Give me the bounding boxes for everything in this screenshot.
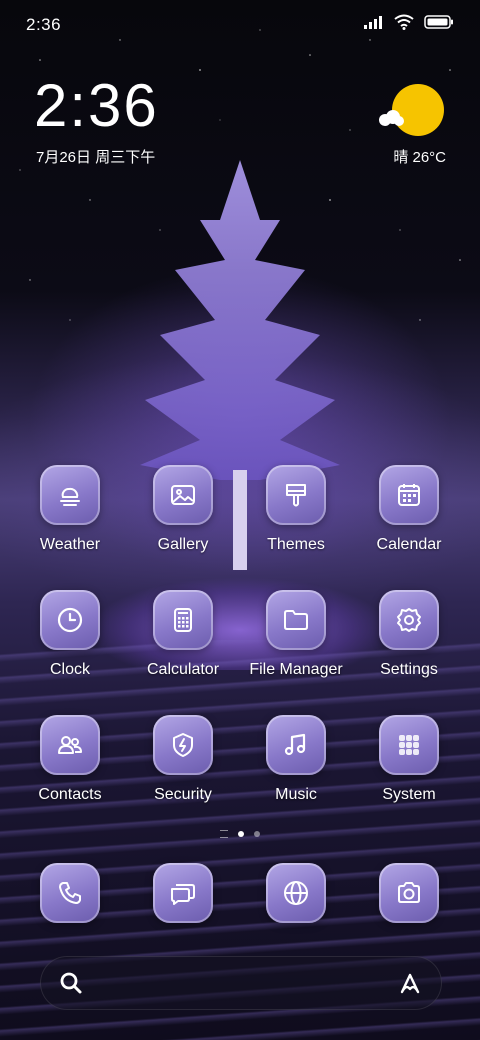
app-label-music: Music (275, 786, 317, 803)
status-time: 2:36 (26, 15, 62, 34)
app-label-system: System (382, 786, 436, 803)
folder-icon (266, 590, 326, 650)
clock-icon (40, 590, 100, 650)
camera-icon (379, 863, 439, 923)
app-label-security: Security (154, 786, 212, 803)
assistant-icon[interactable] (396, 970, 424, 996)
weather-widget-text: 晴 26°C (393, 149, 446, 166)
page-indicator-menu-icon (220, 830, 228, 838)
search-bar[interactable] (40, 956, 442, 1010)
calendar-icon (379, 465, 439, 525)
app-system[interactable]: System (354, 715, 464, 804)
gallery-icon (153, 465, 213, 525)
weather-icon (40, 465, 100, 525)
weather-widget[interactable]: 晴 26°C (376, 82, 446, 172)
app-file-manager[interactable]: File Manager (241, 590, 351, 679)
app-label-calculator: Calculator (146, 661, 220, 678)
signal-icon (364, 16, 382, 29)
status-icons (364, 14, 454, 30)
app-label-weather: Weather (39, 536, 101, 553)
contacts-icon (40, 715, 100, 775)
search-icon[interactable] (58, 970, 84, 996)
calculator-icon (153, 590, 213, 650)
clock-widget-date[interactable]: 7月26日 周三下午 (36, 146, 155, 167)
dock-camera[interactable] (354, 863, 464, 923)
app-label-themes: Themes (267, 536, 325, 553)
folder-grid-icon (379, 715, 439, 775)
page-dot-active (238, 831, 244, 837)
page-dot (254, 831, 260, 837)
app-music[interactable]: Music (241, 715, 351, 804)
status-bar: 2:36 (0, 0, 480, 50)
app-calendar[interactable]: Calendar (354, 465, 464, 554)
app-calculator[interactable]: Calculator (128, 590, 238, 679)
wifi-icon (394, 14, 414, 30)
app-label-gallery: Gallery (157, 536, 209, 553)
battery-icon (424, 15, 453, 29)
gear-icon (379, 590, 439, 650)
dock-phone[interactable] (15, 863, 125, 923)
dock-browser[interactable] (241, 863, 351, 923)
page-indicator[interactable] (0, 830, 480, 838)
music-icon (266, 715, 326, 775)
app-label-settings: Settings (380, 661, 438, 678)
app-security[interactable]: Security (128, 715, 238, 804)
app-label-calendar: Calendar (376, 536, 442, 553)
phone-icon (40, 863, 100, 923)
messages-icon (153, 863, 213, 923)
brush-icon (266, 465, 326, 525)
dock-messages[interactable] (128, 863, 238, 923)
app-themes[interactable]: Themes (241, 465, 351, 554)
clock-widget-time[interactable]: 2:36 (34, 76, 159, 136)
app-settings[interactable]: Settings (354, 590, 464, 679)
app-gallery[interactable]: Gallery (128, 465, 238, 554)
app-label-contacts: Contacts (38, 786, 102, 803)
app-label-file-manager: File Manager (249, 661, 343, 678)
shield-icon (153, 715, 213, 775)
cloud-icon (379, 110, 404, 126)
app-clock[interactable]: Clock (15, 590, 125, 679)
app-weather[interactable]: Weather (15, 465, 125, 554)
browser-icon (266, 863, 326, 923)
app-label-clock: Clock (49, 661, 90, 678)
app-contacts[interactable]: Contacts (15, 715, 125, 804)
